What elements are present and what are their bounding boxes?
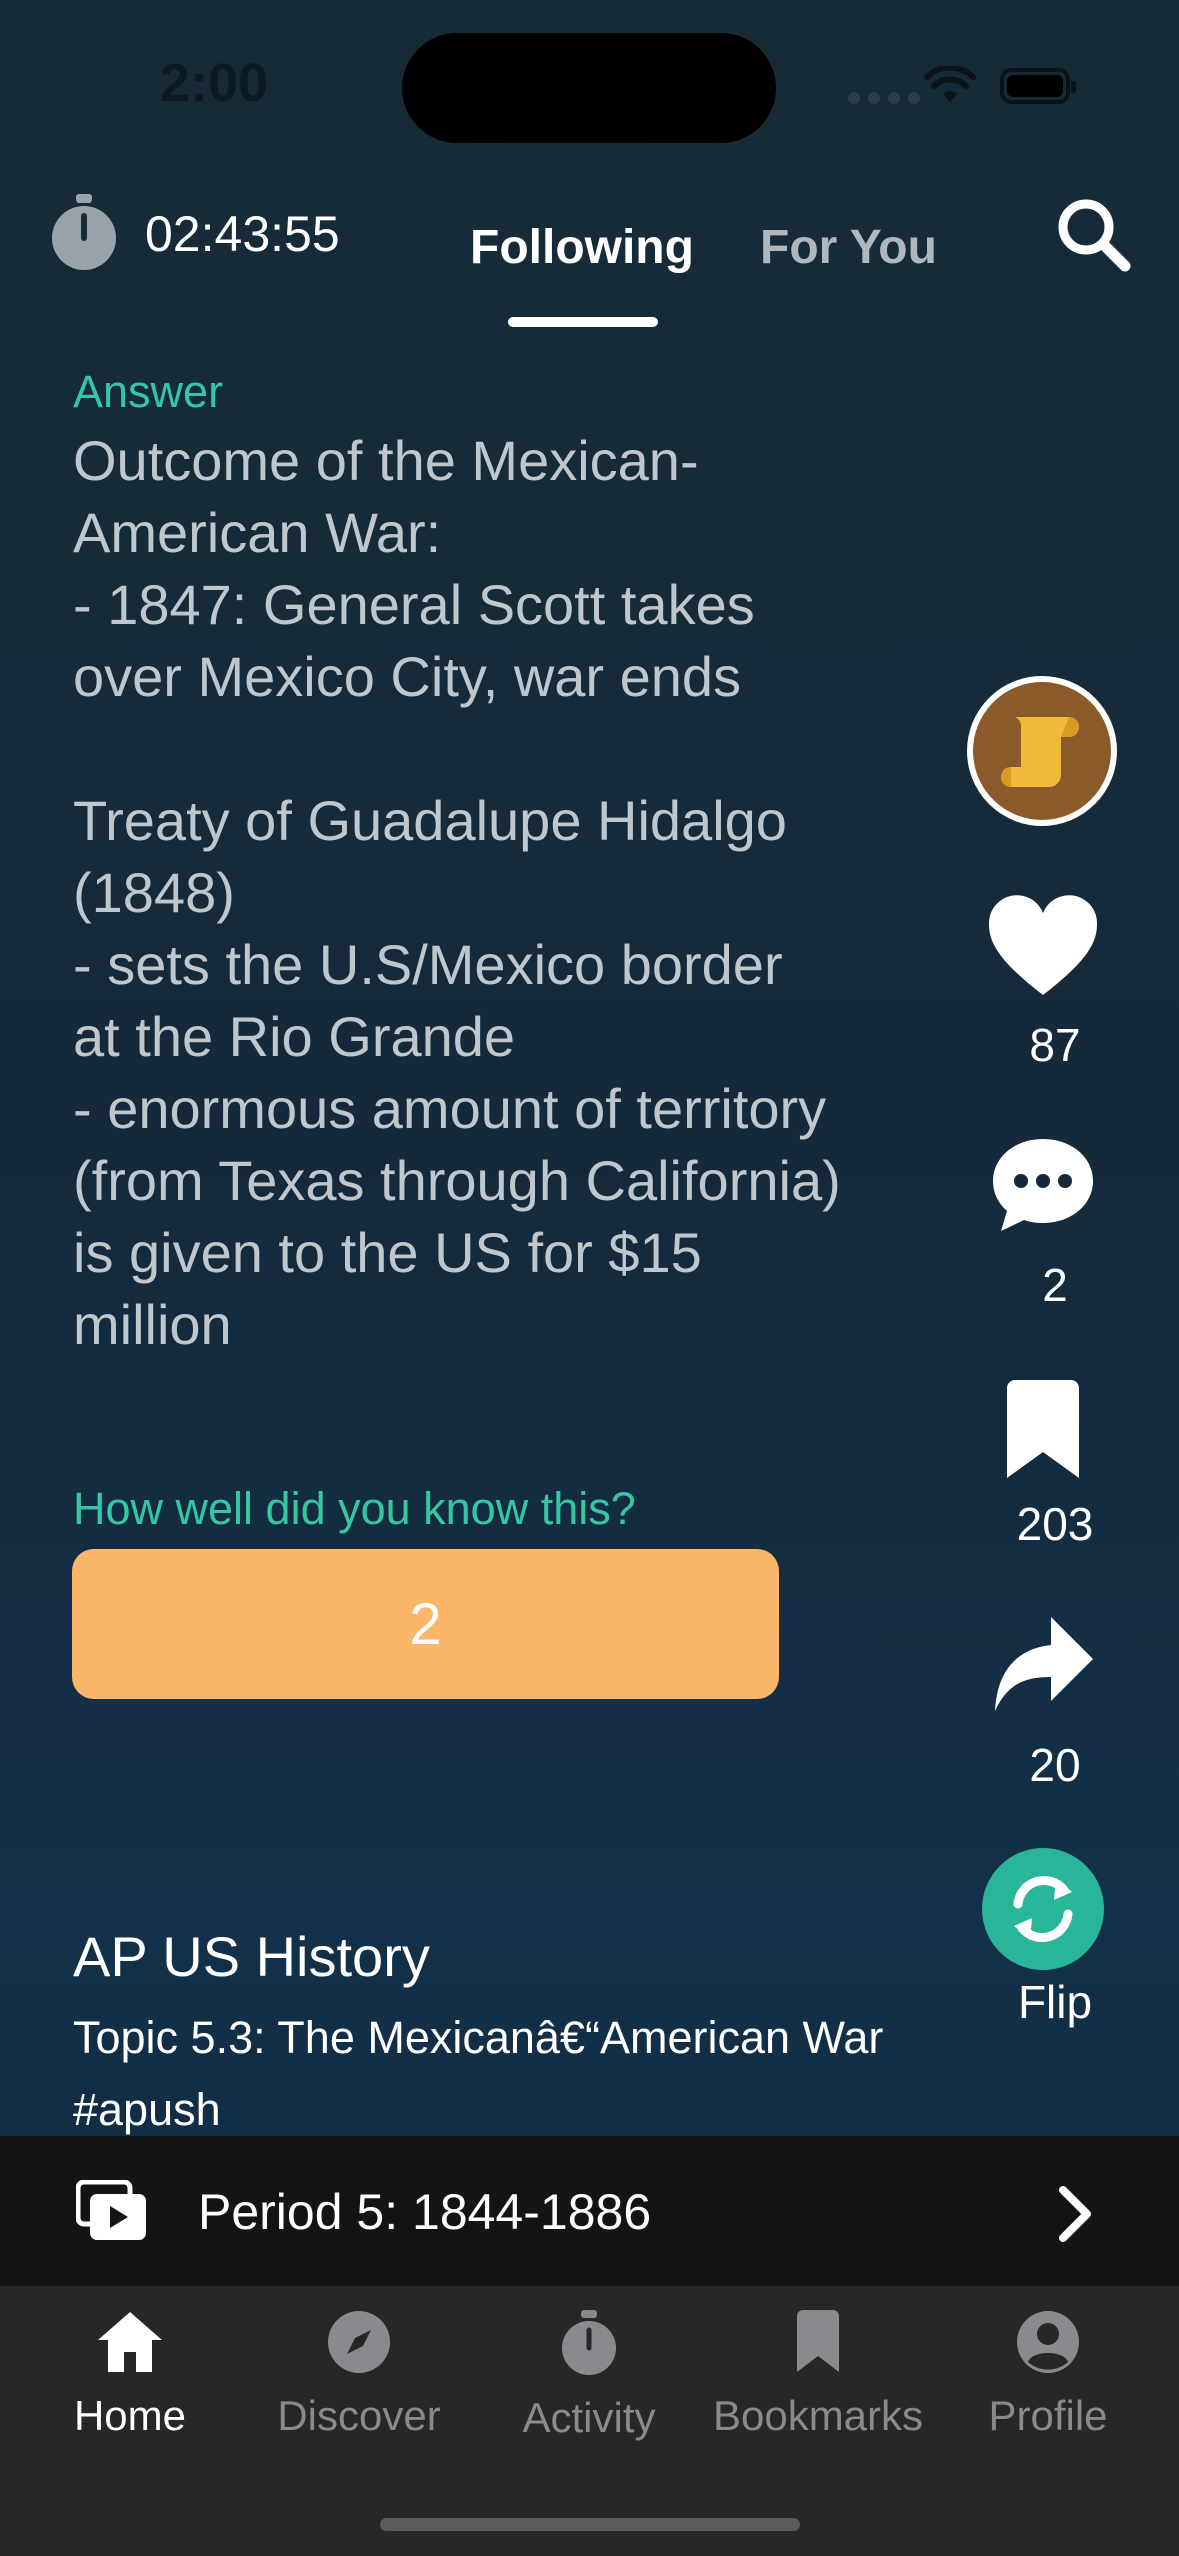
- heart-icon: [988, 895, 1098, 995]
- tab-activity-label: Activity: [522, 2394, 656, 2441]
- home-icon: [98, 2312, 162, 2372]
- bookmark-button[interactable]: [984, 1380, 1102, 1480]
- stopwatch-icon: [562, 2310, 616, 2375]
- tab-activity[interactable]: Activity: [471, 2310, 707, 2442]
- tab-bookmarks[interactable]: Bookmarks: [700, 2310, 936, 2440]
- wifi-icon: [924, 66, 976, 102]
- compass-icon: [328, 2311, 390, 2373]
- tab-home-label: Home: [73, 2392, 187, 2439]
- status-time: 2:00: [160, 53, 269, 113]
- person-icon: [1017, 2311, 1079, 2373]
- playlist-icon: [76, 2180, 146, 2240]
- course-title[interactable]: AP US History: [73, 1924, 430, 1989]
- chevron-right-icon[interactable]: [1055, 2184, 1095, 2244]
- signal-icon: [848, 92, 920, 104]
- creator-avatar[interactable]: [967, 676, 1117, 826]
- share-icon: [995, 1617, 1093, 1711]
- dynamic-island: [402, 33, 776, 143]
- tab-discover-label: Discover: [277, 2392, 441, 2439]
- tab-discover[interactable]: Discover: [241, 2310, 477, 2440]
- tab-bookmarks-label: Bookmarks: [712, 2392, 924, 2439]
- answer-text: Outcome of the Mexican- American War: - …: [73, 429, 841, 1356]
- stopwatch-icon[interactable]: [48, 194, 120, 272]
- comment-icon: [993, 1139, 1093, 1231]
- answer-label: Answer: [73, 366, 224, 417]
- comment-button[interactable]: [984, 1135, 1102, 1235]
- home-indicator: [380, 2518, 800, 2531]
- refresh-icon: [1013, 1876, 1073, 1942]
- comment-count: 2: [1042, 1259, 1068, 1311]
- search-icon[interactable]: [1055, 196, 1133, 274]
- session-timer: 02:43:55: [145, 206, 340, 262]
- tab-following[interactable]: Following: [470, 220, 694, 275]
- share-button[interactable]: [984, 1615, 1102, 1715]
- bookmark-icon: [1007, 1380, 1079, 1478]
- share-count: 20: [1029, 1739, 1081, 1791]
- topic-description: Topic 5.3: The Mexicanâ€“American War #a…: [73, 2012, 884, 2135]
- tab-for-you[interactable]: For You: [760, 220, 937, 275]
- bookmark-count: 203: [1016, 1498, 1094, 1550]
- like-count: 87: [1029, 1019, 1081, 1071]
- bookmark-icon: [797, 2310, 839, 2372]
- rating-prompt: How well did you know this?: [73, 1483, 636, 1534]
- tab-profile-label: Profile: [988, 2392, 1108, 2439]
- flip-label: Flip: [1017, 1976, 1093, 2028]
- like-button[interactable]: [984, 895, 1102, 999]
- scroll-icon: [1001, 717, 1079, 787]
- tab-home[interactable]: Home: [12, 2310, 248, 2440]
- tab-profile[interactable]: Profile: [930, 2310, 1166, 2440]
- battery-icon: [1000, 68, 1076, 104]
- playlist-title: Period 5: 1844-1886: [198, 2184, 652, 2240]
- active-tab-indicator: [508, 317, 658, 327]
- flip-button[interactable]: [982, 1848, 1104, 1970]
- rating-button[interactable]: 2: [72, 1549, 779, 1699]
